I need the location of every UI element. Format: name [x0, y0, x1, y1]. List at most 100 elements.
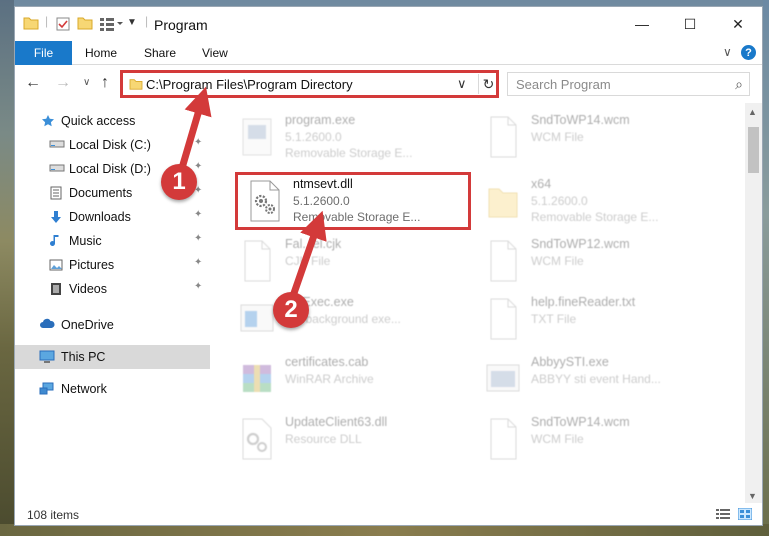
file-meta: Removable Storage E...	[531, 210, 659, 224]
pin-icon[interactable]: ✦	[194, 209, 202, 220]
file-item[interactable]: x64 5.1.2600.0 Removable Storage E...	[479, 175, 715, 231]
up-button[interactable]: ↑	[101, 74, 109, 92]
scroll-down-icon[interactable]: ▼	[748, 491, 757, 501]
folder-icon	[23, 16, 39, 33]
help-icon[interactable]: ?	[741, 45, 756, 60]
file-name: AbbyySTI.exe	[531, 355, 609, 369]
item-count: 108 items	[27, 508, 80, 522]
file-item[interactable]: ...eExec.exe ...T background exe...	[233, 293, 469, 349]
file-icon	[485, 417, 521, 461]
file-item[interactable]: SndToWP14.wcm WCM File	[479, 413, 715, 469]
file-meta: TXT File	[531, 312, 577, 326]
file-item[interactable]: help.fineReader.txt TXT File	[479, 293, 715, 349]
sidebar-item-local-disk-c[interactable]: Local Disk (C:) ✦	[15, 133, 210, 157]
desktop-background	[0, 0, 14, 536]
file-item[interactable]: SndToWP12.wcm WCM File	[479, 235, 715, 291]
network-icon	[39, 382, 55, 396]
address-highlight-box	[120, 70, 499, 98]
sidebar-item-label: Local Disk (C:)	[69, 138, 151, 152]
folder-icon	[485, 179, 521, 223]
expand-ribbon-icon[interactable]: ∨	[723, 45, 732, 59]
address-toolbar: ← → ∨ ↑ C:\Program Files\Program Directo…	[15, 65, 762, 103]
tab-home[interactable]: Home	[85, 46, 117, 60]
file-meta: WinRAR Archive	[285, 372, 374, 386]
customize-icon[interactable]	[99, 16, 123, 35]
file-meta: WCM File	[531, 432, 584, 446]
sidebar-item-onedrive[interactable]: OneDrive	[15, 313, 210, 337]
search-box[interactable]: Search Program ⌕	[507, 72, 750, 96]
title-bar: | ▼ | Program — ☐ ✕	[15, 7, 762, 41]
file-meta: WCM File	[531, 130, 584, 144]
sidebar-item-label: Network	[61, 382, 107, 396]
file-meta: CJK File	[285, 254, 331, 268]
file-name: help.fineReader.txt	[531, 295, 636, 309]
sidebar-item-pictures[interactable]: Pictures ✦	[15, 253, 210, 277]
scrollbar-thumb[interactable]	[748, 127, 759, 173]
properties-icon[interactable]	[55, 16, 71, 35]
tab-file[interactable]: File	[15, 41, 72, 65]
cloud-icon	[39, 318, 55, 332]
sidebar-item-quick-access[interactable]: Quick access	[15, 109, 210, 133]
pin-icon[interactable]: ✦	[194, 281, 202, 292]
pin-icon[interactable]: ✦	[194, 137, 202, 148]
file-icon	[239, 239, 275, 283]
tiles-view-icon[interactable]	[737, 507, 753, 521]
close-button[interactable]: ✕	[715, 7, 761, 41]
file-name: x64	[531, 177, 552, 191]
recent-locations-button[interactable]: ∨	[83, 77, 90, 88]
file-item[interactable]: UpdateClient63.dll Resource DLL	[233, 413, 469, 469]
status-bar: 108 items	[15, 503, 762, 525]
minimize-button[interactable]: —	[619, 7, 665, 41]
computer-icon	[39, 350, 55, 364]
separator: |	[145, 14, 149, 28]
file-icon	[485, 115, 521, 159]
back-button[interactable]: ←	[25, 74, 41, 92]
window-title: Program	[154, 17, 208, 33]
exe-window-icon	[239, 297, 275, 341]
details-view-icon[interactable]	[716, 508, 730, 520]
navigation-pane: Quick access Local Disk (C:) ✦ Local Dis…	[15, 103, 210, 503]
maximize-button[interactable]: ☐	[667, 7, 713, 41]
pin-icon[interactable]: ✦	[194, 257, 202, 268]
sidebar-item-videos[interactable]: Videos ✦	[15, 277, 210, 301]
desktop-background-right	[763, 0, 769, 536]
sidebar-item-label: OneDrive	[61, 318, 114, 332]
search-icon[interactable]: ⌕	[735, 76, 743, 93]
quick-access-toolbar-dropdown-icon[interactable]: ▼	[127, 17, 137, 28]
sidebar-item-network[interactable]: Network	[15, 377, 210, 401]
file-name: SndToWP12.wcm	[531, 237, 630, 251]
file-item[interactable]: Fal...el.cjk CJK File	[233, 235, 469, 291]
new-folder-icon[interactable]	[77, 16, 93, 33]
sidebar-item-this-pc[interactable]: This PC	[15, 345, 210, 369]
sidebar-item-label: Quick access	[61, 114, 136, 128]
file-item[interactable]: SndToWP14.wcm WCM File	[479, 111, 715, 167]
sidebar-item-label: Local Disk (D:)	[69, 162, 151, 176]
documents-icon	[49, 186, 65, 200]
music-icon	[49, 234, 65, 248]
search-input[interactable]: Search Program	[516, 77, 611, 92]
file-meta: 5.1.2600.0	[531, 194, 588, 208]
file-icon	[485, 239, 521, 283]
ribbon-tabs: File Home Share View ∨ ?	[15, 41, 762, 65]
pin-icon[interactable]: ✦	[194, 233, 202, 244]
scroll-up-icon[interactable]: ▲	[748, 107, 757, 117]
sidebar-item-music[interactable]: Music ✦	[15, 229, 210, 253]
file-meta: ABBYY sti event Hand...	[531, 372, 661, 386]
explorer-window: | ▼ | Program — ☐ ✕ File Home Share View…	[14, 6, 763, 526]
file-highlight-box	[235, 172, 471, 230]
file-item[interactable]: certificates.cab WinRAR Archive	[233, 353, 469, 409]
step-badge-1: 1	[161, 164, 197, 200]
tab-view[interactable]: View	[202, 46, 228, 60]
videos-icon	[49, 282, 65, 296]
forward-button[interactable]: →	[55, 74, 71, 92]
vertical-scrollbar[interactable]: ▲ ▼	[745, 103, 762, 503]
archive-icon	[239, 357, 275, 401]
file-item[interactable]: AbbyySTI.exe ABBYY sti event Hand...	[479, 353, 715, 409]
file-item[interactable]: program.exe 5.1.2600.0 Removable Storage…	[233, 111, 469, 167]
tab-share[interactable]: Share	[144, 46, 176, 60]
sidebar-item-downloads[interactable]: Downloads ✦	[15, 205, 210, 229]
sidebar-item-label: Downloads	[69, 210, 131, 224]
step-badge-2: 2	[273, 292, 309, 328]
download-icon	[49, 210, 65, 224]
pin-icon[interactable]: ✦	[194, 161, 202, 172]
